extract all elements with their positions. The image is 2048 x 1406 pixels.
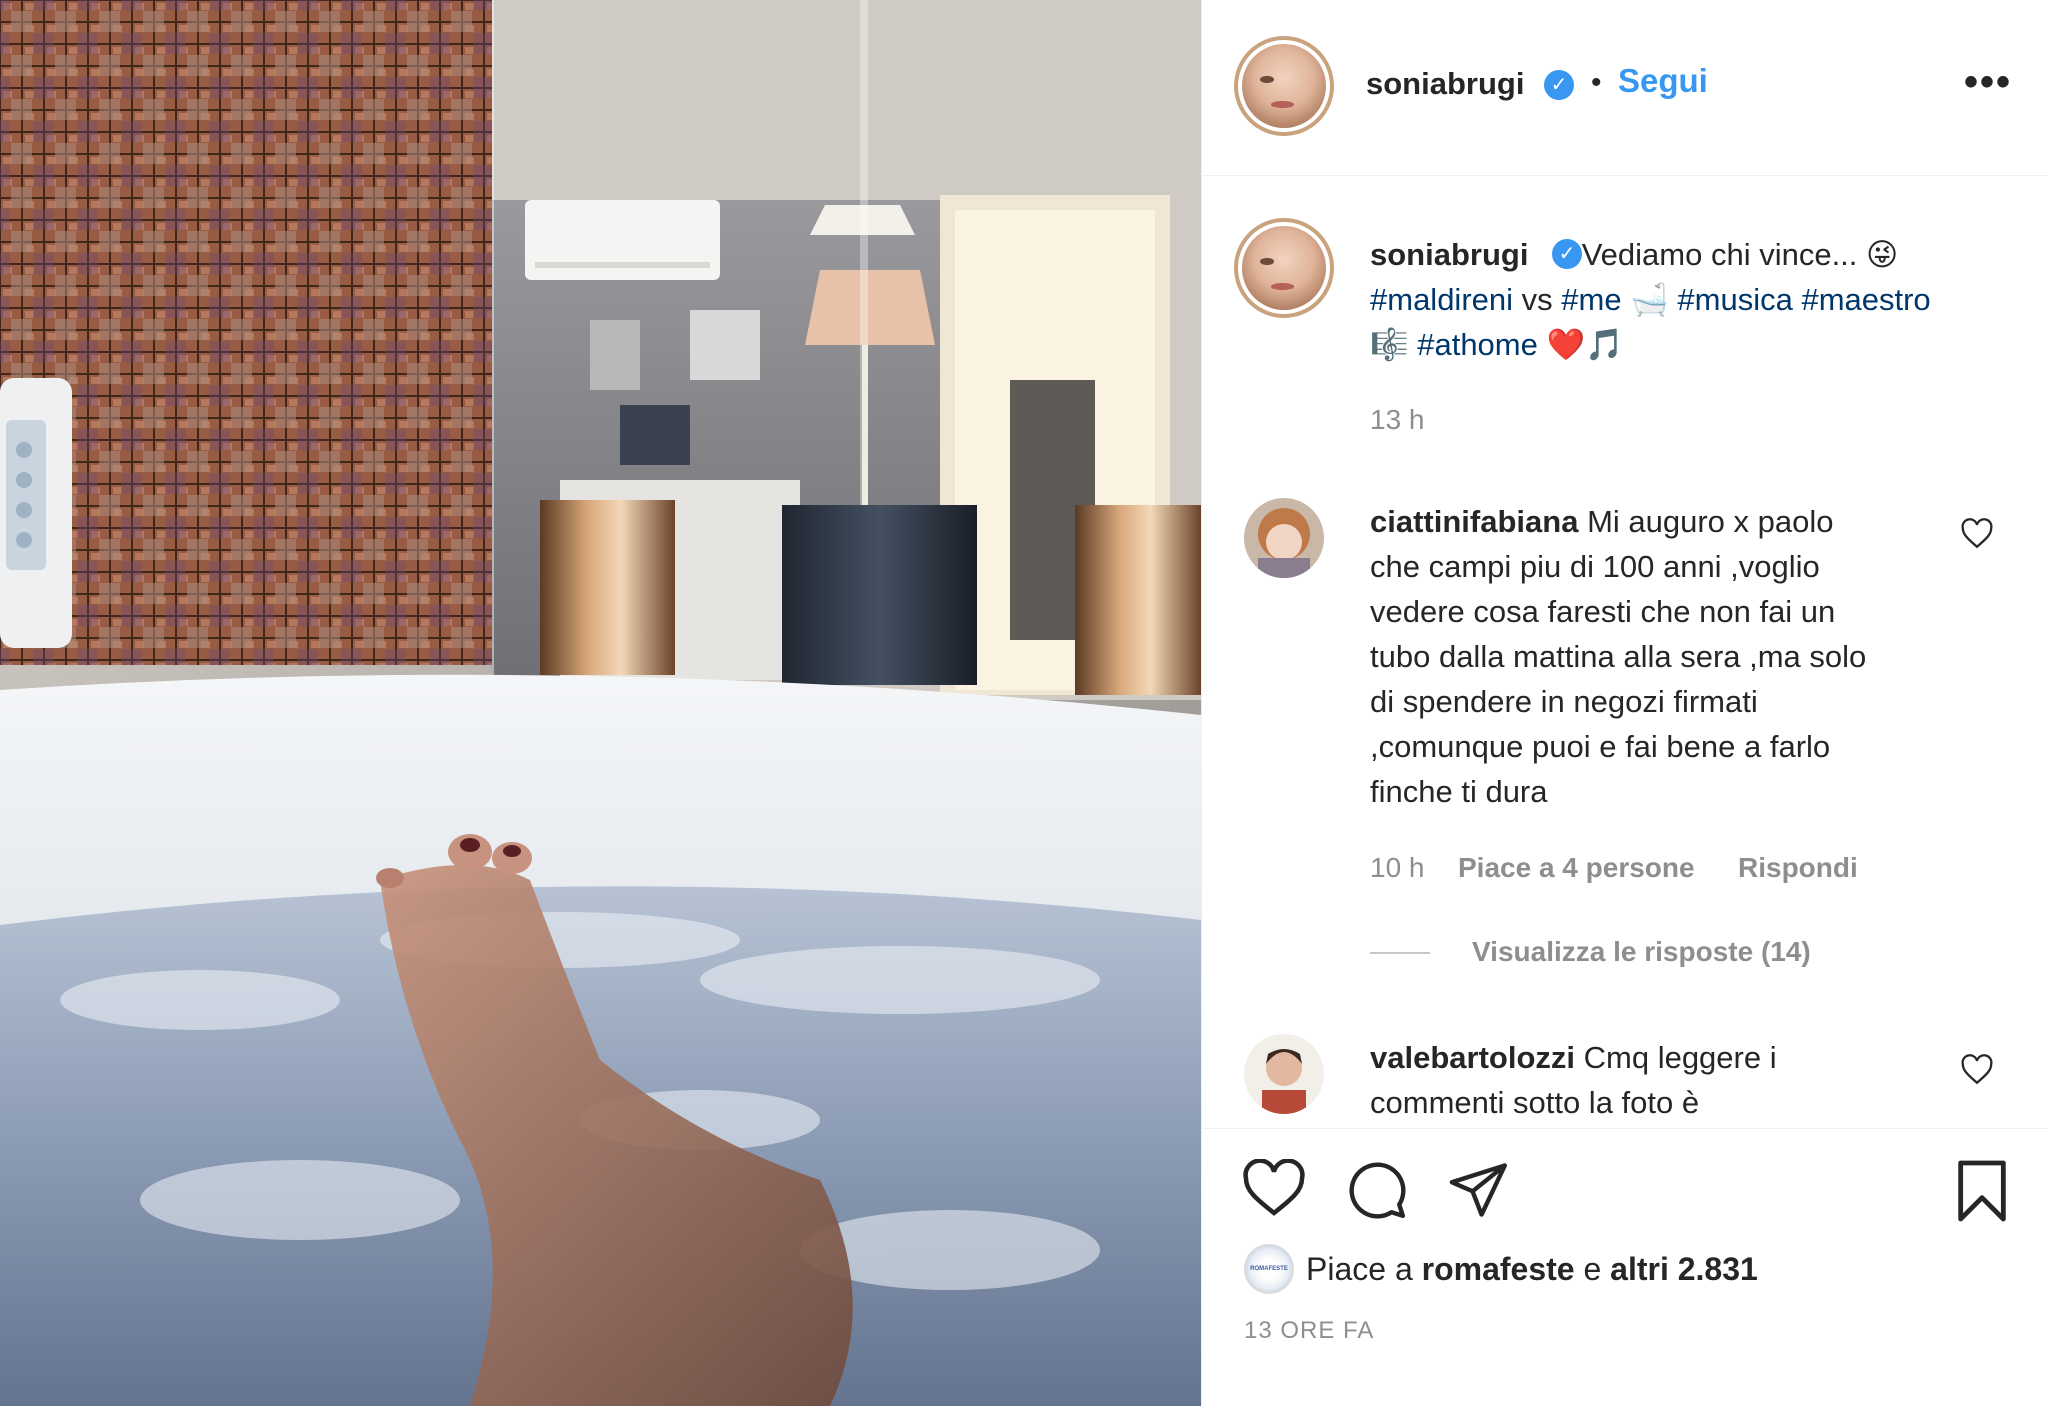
likes-middle: e <box>1574 1251 1611 1287</box>
comment-likes-count[interactable]: Piace a 4 persone <box>1458 852 1695 884</box>
like-comment-heart-icon[interactable] <box>1960 1053 1994 1087</box>
comment-line: di spendere in negozi firmati <box>1370 684 1758 719</box>
reply-button[interactable]: Rispondi <box>1738 852 1858 884</box>
caption-text: vs <box>1513 282 1562 317</box>
commenter-avatar[interactable] <box>1244 1034 1324 1114</box>
comment-text: Mi auguro x paolo <box>1587 504 1834 539</box>
comment-line: che campi piu di 100 anni ,voglio <box>1370 549 1820 584</box>
comment-text: Cmq leggere i <box>1583 1040 1777 1075</box>
post-photo[interactable] <box>0 0 1201 1406</box>
hashtag-link[interactable]: #athome <box>1417 327 1538 362</box>
heart-icon[interactable] <box>1242 1159 1306 1219</box>
hashtag-link[interactable]: #musica <box>1677 282 1792 317</box>
comment-line: finche ti dura <box>1370 774 1548 809</box>
view-replies-button[interactable]: Visualizza le risposte (14) <box>1472 936 1811 968</box>
avatar-image <box>1242 44 1326 128</box>
share-icon[interactable] <box>1448 1161 1510 1219</box>
comment-line: commenti sotto la foto è <box>1370 1085 1700 1120</box>
verified-badge-icon: ✓ <box>1544 70 1574 100</box>
comment-icon[interactable] <box>1346 1159 1408 1221</box>
post-actions: ROMAFESTE Piace a romafeste e altri 2.83… <box>1202 1128 2048 1406</box>
likes-prefix: Piace a <box>1306 1251 1422 1287</box>
hashtag-link[interactable]: #me <box>1561 282 1621 317</box>
caption-username[interactable]: soniabrugi <box>1370 237 1528 272</box>
post-timestamp[interactable]: 13 ORE FA <box>1244 1317 1374 1345</box>
follow-button[interactable]: Segui <box>1618 62 1708 100</box>
comment-line: tubo dalla mattina alla sera ,ma solo <box>1370 639 1867 674</box>
post-header: soniabrugi ✓ • Segui ••• <box>1202 0 2048 176</box>
caption-line-2: #maldireni vs #me 🛁 #musica #maestro <box>1370 277 1931 322</box>
post-panel: soniabrugi ✓ • Segui ••• soniabrugi Vedi… <box>1201 0 2048 1406</box>
caption-line-1: soniabrugi Vediamo chi vince... 😜 <box>1370 232 1898 277</box>
comment-time[interactable]: 10 h <box>1370 852 1425 884</box>
more-options-icon[interactable]: ••• <box>1964 60 2012 105</box>
liker-avatar[interactable]: ROMAFESTE <box>1244 1244 1294 1294</box>
caption-time: 13 h <box>1370 404 1425 435</box>
comment-username[interactable]: valebartolozzi <box>1370 1040 1575 1075</box>
likes-summary[interactable]: Piace a romafeste e altri 2.831 <box>1306 1251 1758 1288</box>
bookmark-icon[interactable] <box>1954 1159 2010 1223</box>
comment-line: ciattinifabiana Mi auguro x paolo <box>1370 499 1834 544</box>
verified-badge-icon: ✓ <box>1552 239 1582 269</box>
avatar-image <box>1242 226 1326 310</box>
author-avatar[interactable] <box>1234 36 1334 136</box>
avatar-image <box>1244 1034 1324 1114</box>
hashtag-link[interactable]: #maldireni <box>1370 282 1513 317</box>
comment-line: vedere cosa faresti che non fai un <box>1370 594 1836 629</box>
caption-text: ❤️🎵 <box>1537 327 1624 362</box>
likes-others-count[interactable]: altri 2.831 <box>1610 1251 1758 1287</box>
header-username[interactable]: soniabrugi <box>1366 66 1524 102</box>
caption-text: 🛁 <box>1621 282 1678 317</box>
comment-line: ,comunque puoi e fai bene a farlo <box>1370 729 1831 764</box>
like-comment-heart-icon[interactable] <box>1960 517 1994 551</box>
comment-username[interactable]: ciattinifabiana <box>1370 504 1578 539</box>
comments-section[interactable]: soniabrugi Vediamo chi vince... 😜 ✓ #mal… <box>1202 177 2048 1127</box>
liker-username[interactable]: romafeste <box>1422 1251 1575 1287</box>
caption-text: 🎼 <box>1370 327 1418 362</box>
avatar-image <box>1244 498 1324 578</box>
replies-divider <box>1370 952 1430 954</box>
bathtub-photo <box>0 0 1201 1406</box>
separator-dot: • <box>1591 66 1602 99</box>
comment-line: valebartolozzi Cmq leggere i <box>1370 1035 1777 1080</box>
caption-text: Vediamo chi vince... 😜 <box>1581 237 1899 272</box>
caption-line-3: 🎼 #athome ❤️🎵 <box>1370 322 1624 367</box>
caption-avatar[interactable] <box>1234 218 1334 318</box>
hashtag-link[interactable]: #maestro <box>1801 282 1930 317</box>
commenter-avatar[interactable] <box>1244 498 1324 578</box>
